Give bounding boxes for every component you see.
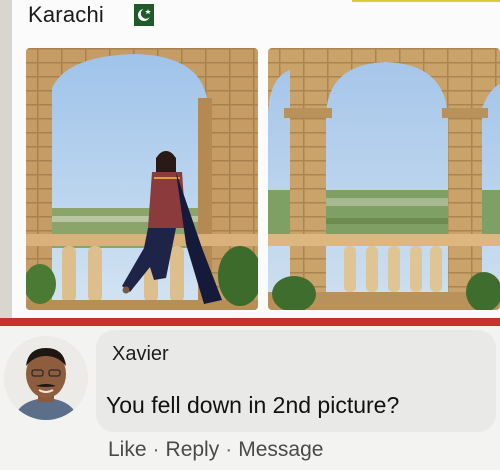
separator: · — [152, 438, 160, 461]
top-accent-line — [352, 0, 500, 2]
message-link[interactable]: Message — [238, 438, 323, 461]
comment-author[interactable]: Xavier — [112, 343, 169, 366]
comment-text: You fell down in 2nd picture? — [106, 392, 400, 418]
comment-actions: Like · Reply · Message — [108, 438, 323, 462]
like-link[interactable]: Like — [108, 438, 147, 461]
section-divider — [0, 318, 500, 326]
photo-empty-balustrade[interactable] — [268, 48, 500, 310]
left-edge-strip — [0, 0, 12, 318]
separator: · — [225, 438, 233, 461]
photo-woman-on-balustrade[interactable] — [26, 48, 258, 310]
reply-link[interactable]: Reply — [166, 438, 220, 461]
user-photo-icon — [4, 336, 88, 420]
avatar[interactable] — [4, 336, 88, 420]
post-card: Karachi — [0, 0, 500, 318]
pakistan-flag-icon — [128, 4, 154, 26]
location-label: Karachi — [28, 2, 104, 27]
